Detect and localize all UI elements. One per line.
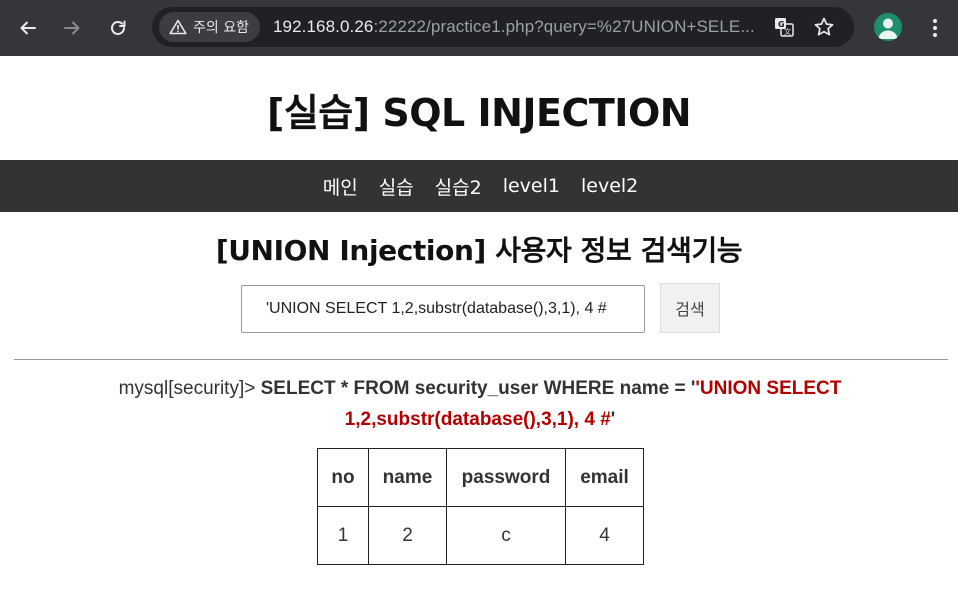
cell-name: 2 (368, 506, 447, 565)
column-header-password: password (446, 448, 566, 507)
section-title: [UNION Injection] 사용자 정보 검색기능 (215, 234, 743, 267)
column-header-name: name (368, 448, 447, 507)
url-path: :22222/practice1.php?query=%27UNION+SELE… (373, 17, 755, 36)
table-row: 1 2 c 4 (317, 506, 644, 565)
sql-suffix: ' (610, 409, 616, 430)
nav-link-practice[interactable]: 실습 (379, 173, 414, 200)
url-host: 192.168.0.26 (273, 17, 374, 36)
forward-button[interactable] (56, 12, 88, 44)
column-header-no: no (317, 448, 369, 507)
translate-icon: G文 (775, 18, 794, 37)
browser-menu-button[interactable] (920, 12, 950, 44)
sql-prefix: SELECT * FROM security_user WHERE name =… (260, 378, 696, 399)
security-warning-chip[interactable]: 주의 요함 (159, 12, 260, 42)
reload-button[interactable] (102, 12, 134, 44)
sql-query-display: mysql[security]> SELECT * FROM security_… (80, 373, 880, 435)
cell-no: 1 (317, 506, 369, 565)
svg-text:文: 文 (784, 27, 791, 36)
user-icon (878, 18, 898, 39)
security-chip-label: 주의 요함 (193, 20, 249, 36)
search-button[interactable]: 검색 (660, 283, 720, 333)
cell-email: 4 (565, 506, 644, 565)
back-button[interactable] (12, 12, 44, 44)
nav-link-main[interactable]: 메인 (323, 173, 358, 200)
translate-button[interactable]: G文 (772, 15, 796, 39)
profile-avatar[interactable] (874, 13, 902, 41)
mysql-prompt: mysql[security]> (118, 378, 261, 399)
results-table: no name password email 1 2 c 4 (317, 448, 644, 565)
nav-link-practice2[interactable]: 실습2 (435, 173, 482, 200)
address-bar[interactable]: 주의 요함 192.168.0.26:22222/practice1.php?q… (152, 7, 854, 47)
back-arrow-icon (20, 21, 36, 35)
forward-arrow-icon (64, 21, 80, 35)
table-header-row: no name password email (317, 448, 644, 507)
cell-password: c (446, 506, 566, 565)
column-header-email: email (565, 448, 644, 507)
reload-icon (111, 20, 126, 35)
search-input[interactable] (241, 285, 645, 333)
nav-link-level1[interactable]: level1 (503, 175, 560, 197)
nav-link-level2[interactable]: level2 (581, 175, 638, 197)
warning-triangle-icon (169, 19, 187, 35)
bookmark-star-button[interactable] (812, 15, 836, 39)
page-title: [실습] SQL INJECTION (266, 91, 692, 135)
kebab-menu-icon (933, 19, 937, 37)
star-icon (814, 17, 834, 36)
url-text[interactable]: 192.168.0.26:22222/practice1.php?query=%… (273, 17, 759, 37)
site-navbar: 메인 실습 실습2 level1 level2 (0, 160, 958, 212)
browser-toolbar: 주의 요함 192.168.0.26:22222/practice1.php?q… (0, 0, 958, 56)
divider (14, 359, 948, 360)
